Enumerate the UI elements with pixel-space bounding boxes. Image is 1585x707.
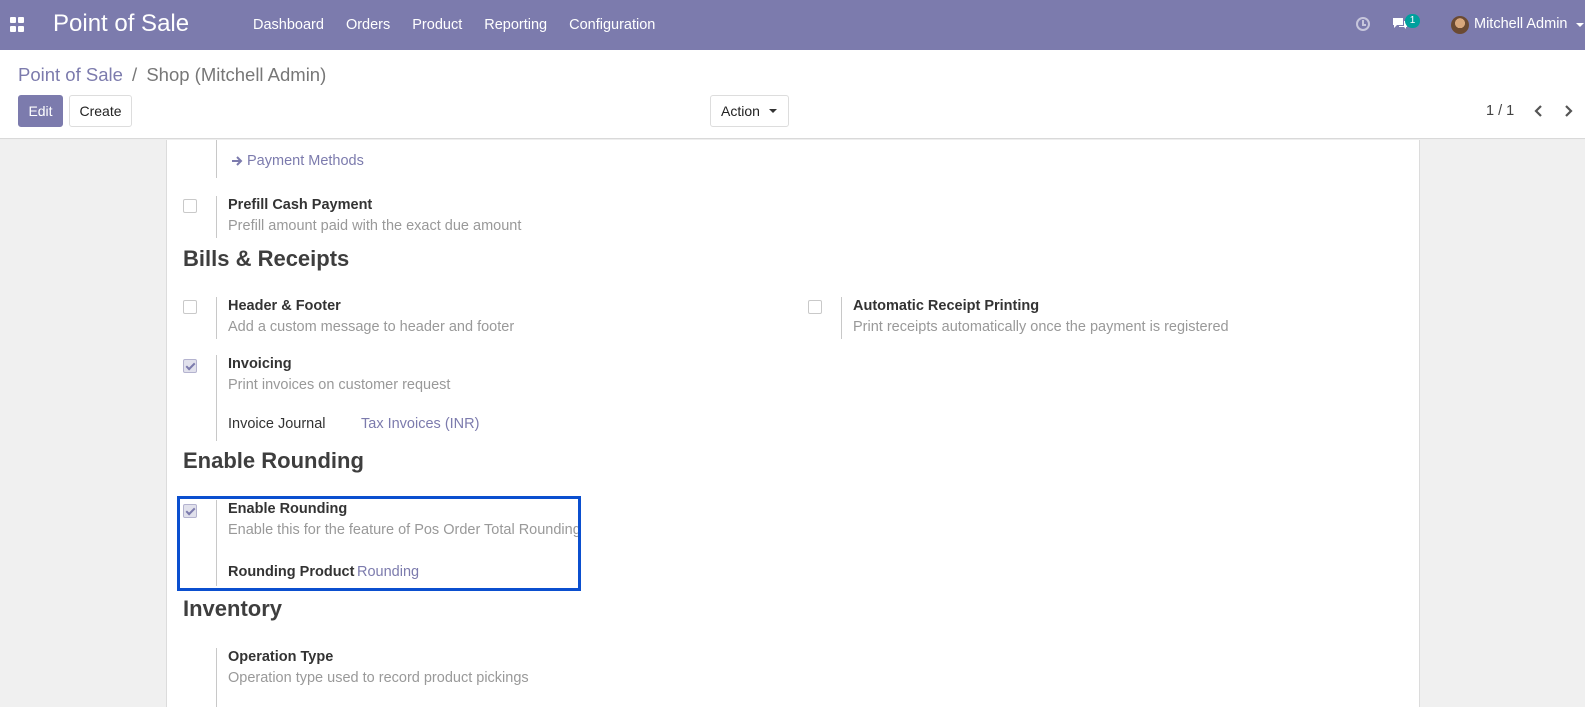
action-dropdown-button[interactable]: Action <box>710 95 789 127</box>
menu-dashboard[interactable]: Dashboard <box>242 0 335 50</box>
action-label: Action <box>721 103 760 119</box>
auto-receipt-checkbox[interactable] <box>808 300 822 314</box>
auto-receipt-desc: Print receipts automatically once the pa… <box>853 319 1229 335</box>
breadcrumb: Point of Sale / Shop (Mitchell Admin) <box>18 64 326 86</box>
setting-divider <box>841 297 842 339</box>
setting-divider <box>216 140 217 178</box>
operation-type-desc: Operation type used to record product pi… <box>228 670 529 686</box>
setting-divider <box>216 648 217 707</box>
invoicing-title: Invoicing <box>228 356 292 372</box>
form-content-area[interactable]: Payment Methods Prefill Cash Payment Pre… <box>0 140 1585 707</box>
auto-receipt-title: Automatic Receipt Printing <box>853 298 1040 314</box>
pager-next-icon[interactable] <box>1559 102 1577 120</box>
payment-methods-link[interactable]: Payment Methods <box>247 153 364 169</box>
header-footer-checkbox[interactable] <box>183 300 197 314</box>
create-button[interactable]: Create <box>69 95 132 127</box>
setting-divider <box>216 297 217 339</box>
breadcrumb-parent-link[interactable]: Point of Sale <box>18 64 123 85</box>
apps-menu-icon[interactable] <box>10 17 26 33</box>
arrow-right-icon <box>232 156 243 166</box>
menu-configuration[interactable]: Configuration <box>558 0 666 50</box>
breadcrumb-separator: / <box>132 64 138 85</box>
highlight-annotation-box <box>177 496 581 591</box>
app-brand[interactable]: Point of Sale <box>53 10 189 38</box>
prefill-cash-title: Prefill Cash Payment <box>228 197 373 213</box>
setting-divider <box>216 355 217 441</box>
bills-receipts-heading: Bills & Receipts <box>183 246 350 271</box>
form-sheet: Payment Methods Prefill Cash Payment Pre… <box>166 140 1420 707</box>
chat-counter-badge: 1 <box>1405 14 1420 28</box>
user-avatar[interactable] <box>1451 16 1469 34</box>
menu-orders[interactable]: Orders <box>335 0 401 50</box>
menu-product[interactable]: Product <box>401 0 473 50</box>
control-panel: Point of Sale / Shop (Mitchell Admin) Ed… <box>0 50 1585 139</box>
activity-clock-icon[interactable] <box>1356 17 1370 31</box>
edit-button[interactable]: Edit <box>18 95 63 127</box>
invoice-journal-value[interactable]: Tax Invoices (INR) <box>361 416 479 432</box>
enable-rounding-heading: Enable Rounding <box>183 448 364 473</box>
invoicing-checkbox[interactable] <box>183 359 197 373</box>
prefill-cash-checkbox[interactable] <box>183 199 197 213</box>
menu-reporting[interactable]: Reporting <box>473 0 558 50</box>
pager-previous-icon[interactable] <box>1530 102 1548 120</box>
top-navbar: Point of Sale Dashboard Orders Product R… <box>0 0 1585 50</box>
invoicing-desc: Print invoices on customer request <box>228 377 451 393</box>
header-footer-title: Header & Footer <box>228 298 341 314</box>
operation-type-title: Operation Type <box>228 649 334 665</box>
invoice-journal-label: Invoice Journal <box>228 416 326 432</box>
pager-value[interactable]: 1 / 1 <box>1486 103 1514 119</box>
header-footer-desc: Add a custom message to header and foote… <box>228 319 515 335</box>
inventory-heading: Inventory <box>183 596 283 621</box>
caret-down-icon <box>769 109 777 113</box>
main-menu: Dashboard Orders Product Reporting Confi… <box>242 0 666 50</box>
user-menu-caret-icon[interactable] <box>1576 23 1584 27</box>
prefill-cash-desc: Prefill amount paid with the exact due a… <box>228 218 522 234</box>
setting-divider <box>216 196 217 238</box>
breadcrumb-current: Shop (Mitchell Admin) <box>146 64 327 85</box>
user-menu-name[interactable]: Mitchell Admin <box>1474 16 1567 32</box>
